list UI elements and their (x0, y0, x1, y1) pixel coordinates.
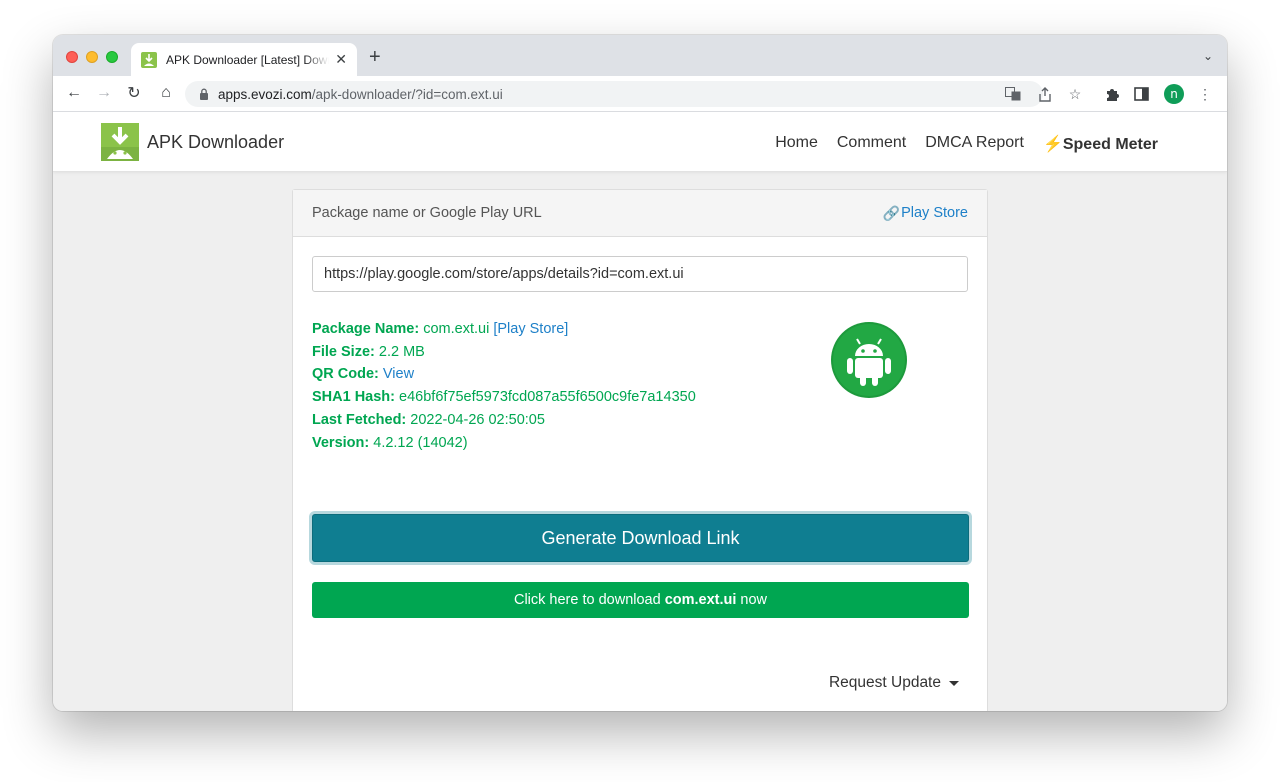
bookmark-star-icon[interactable]: ☆ (1065, 84, 1085, 104)
reload-icon[interactable]: ↻ (123, 82, 145, 104)
browser-tab[interactable]: APK Downloader [Latest] Download Directl… (131, 43, 357, 76)
translate-icon[interactable] (1003, 84, 1023, 104)
android-app-icon (831, 322, 907, 398)
request-update-dropdown[interactable]: Request Update (829, 674, 959, 692)
request-update-label: Request Update (828, 674, 941, 691)
file-size-value: 2.2 MB (378, 343, 425, 360)
play-store-header-link[interactable]: 🔗 Play Store (883, 205, 968, 222)
download-suffix: now (740, 592, 768, 608)
browser-window: APK Downloader [Latest] Download Directl… (53, 35, 1227, 711)
package-name-label: Package Name: (312, 321, 420, 337)
card-body: Package Name: com.ext.ui [Play Store] Fi… (293, 237, 987, 691)
nav-link-dmca-report[interactable]: DMCA Report (925, 134, 1024, 154)
url-path: /apk-downloader/?id=com.ext.ui (311, 86, 503, 102)
site-navbar: APK Downloader Home Comment DMCA Report … (53, 112, 1227, 172)
download-package-name: com.ext.ui (664, 592, 737, 608)
url-host: apps.evozi.com (218, 86, 312, 102)
download-prefix: Click here to download (513, 592, 661, 608)
web-page: APK Downloader Home Comment DMCA Report … (53, 112, 1227, 711)
info-row-version: Version: 4.2.12 (14042) (312, 432, 968, 455)
nav-link-comment[interactable]: Comment (837, 134, 906, 154)
new-tab-plus-icon[interactable]: + (369, 47, 381, 67)
last-fetched-value: 2022-04-26 02:50:05 (410, 411, 545, 428)
file-size-label: File Size: (312, 343, 375, 360)
tab-close-icon[interactable]: ✕ (335, 51, 347, 68)
link-chain-icon: 🔗 (882, 204, 901, 221)
generate-download-link-button[interactable]: Generate Download Link (312, 514, 969, 562)
apk-downloader-card: Package name or Google Play URL 🔗 Play St… (292, 189, 988, 711)
site-brand[interactable]: APK Downloader (101, 123, 284, 161)
card-header-label: Package name or Google Play URL (312, 205, 542, 221)
version-value: 4.2.12 (14042) (373, 434, 468, 451)
address-bar[interactable]: apps.evozi.com/apk-downloader/?id=com.ex… (185, 81, 1043, 107)
tab-strip: APK Downloader [Latest] Download Directl… (53, 35, 1227, 76)
profile-initial: n (1164, 84, 1184, 104)
package-url-input[interactable] (312, 256, 968, 292)
package-play-store-link[interactable]: [Play Store] (493, 321, 568, 337)
speed-meter-label: Speed Meter (1062, 136, 1158, 153)
side-panel-icon[interactable] (1131, 84, 1151, 104)
apk-favicon-icon (141, 51, 157, 68)
site-nav-links: Home Comment DMCA Report ⚡Speed Meter (756, 134, 1158, 154)
back-arrow-icon[interactable]: ← (63, 82, 85, 104)
browser-menu-kebab-icon[interactable]: ⋮ (1195, 84, 1215, 104)
apk-downloader-logo-icon (101, 123, 139, 161)
share-icon[interactable] (1035, 84, 1055, 104)
extensions-puzzle-icon[interactable] (1102, 84, 1122, 104)
nav-link-home[interactable]: Home (775, 134, 818, 154)
qr-code-label: QR Code: (312, 366, 379, 383)
nav-link-speed-meter[interactable]: ⚡Speed Meter (1043, 134, 1158, 154)
tab-search-chevron-icon[interactable]: ⌄ (1203, 49, 1213, 63)
package-name-value: com.ext.ui (423, 321, 490, 337)
address-url: apps.evozi.com/apk-downloader/?id=com.ex… (218, 87, 503, 102)
card-header: Package name or Google Play URL 🔗 Play St… (293, 190, 987, 237)
home-icon[interactable]: ⌂ (155, 82, 177, 104)
lock-icon (200, 88, 208, 100)
caret-down-icon (949, 680, 959, 686)
sha1-label: SHA1 Hash: (312, 389, 395, 406)
sha1-value: e46bf6f75ef5973fcd087a55f6500c9fe7a14350 (399, 389, 696, 406)
close-window-button[interactable] (66, 51, 78, 63)
download-now-button[interactable]: Click here to download com.ext.ui now (312, 582, 969, 618)
tab-title: APK Downloader [Latest] Download Directl… (166, 52, 329, 67)
maximize-window-button[interactable] (106, 51, 118, 63)
lightning-bolt-icon: ⚡ (1042, 136, 1063, 153)
minimize-window-button[interactable] (86, 51, 98, 63)
version-label: Version: (312, 434, 370, 451)
forward-arrow-icon[interactable]: → (93, 82, 115, 104)
brand-name: APK Downloader (147, 131, 285, 152)
profile-avatar[interactable]: n (1164, 84, 1184, 104)
last-fetched-label: Last Fetched: (312, 411, 407, 428)
info-row-last-fetched: Last Fetched: 2022-04-26 02:50:05 (312, 409, 968, 432)
qr-code-view-link[interactable]: View (383, 366, 414, 382)
browser-toolbar: ← → ↻ ⌂ apps.evozi.com/apk-downloader/?i… (53, 76, 1227, 112)
play-store-header-label: Play Store (901, 205, 968, 221)
